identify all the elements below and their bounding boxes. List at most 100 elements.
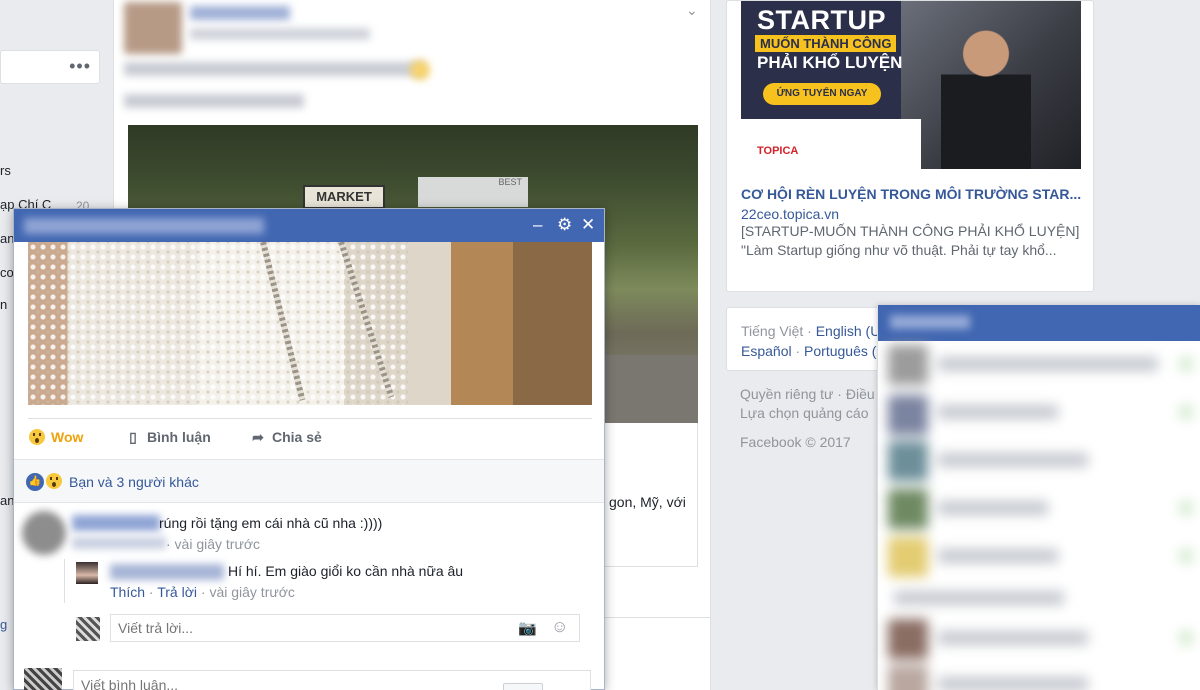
post-author-name[interactable] — [190, 6, 290, 20]
wow-icon — [46, 473, 62, 491]
sidebar-item-label[interactable]: n — [0, 297, 7, 312]
wow-label: Wow — [51, 429, 84, 445]
contact-name[interactable] — [938, 549, 1058, 563]
online-dot-icon — [1180, 405, 1192, 419]
wow-icon — [29, 429, 45, 445]
footer-links[interactable]: Quyền riêng tư · Điều — [740, 386, 875, 402]
ad-domain[interactable]: 22ceo.topica.vn — [741, 206, 839, 222]
comment-actions[interactable] — [72, 537, 166, 549]
reply-input[interactable] — [110, 614, 580, 642]
ad-image-title: STARTUP — [757, 5, 886, 35]
current-user-avatar — [76, 617, 100, 641]
post-author-avatar[interactable] — [124, 2, 182, 54]
comment-label: Bình luận — [147, 429, 211, 445]
comment-text: rúng rồi tặng em cái nhà cũ nha :)))) — [159, 515, 383, 531]
left-options-card[interactable]: ••• — [0, 50, 100, 84]
sidebar-item-label[interactable]: rs — [0, 163, 11, 178]
share-arrow-icon: ➦ — [252, 429, 264, 445]
contact-name[interactable] — [938, 631, 1088, 645]
ad-brand-logo: TOPICA — [757, 145, 799, 157]
divider — [28, 418, 592, 419]
contact-avatar[interactable] — [888, 395, 928, 435]
reactions-text[interactable]: Bạn và 3 người khác — [69, 474, 199, 490]
contact-avatar[interactable] — [888, 537, 928, 577]
post-snippet: gon, Mỹ, với — [609, 494, 686, 510]
contact-name[interactable] — [938, 453, 1088, 467]
ad-image-subtitle: PHẢI KHỔ LUYỆN — [757, 53, 903, 72]
emoji-smile-icon[interactable]: ☺ — [551, 617, 568, 637]
contact-avatar[interactable] — [888, 619, 928, 659]
comment-icon: ▯ — [129, 429, 137, 445]
settings-gear-icon[interactable]: ⚙ — [557, 215, 572, 235]
close-icon[interactable]: ✕ — [581, 215, 595, 235]
language-current: Tiếng Việt — [741, 323, 804, 339]
contact-avatar[interactable] — [888, 665, 928, 690]
sidebar-item-label[interactable]: co — [0, 265, 14, 280]
online-dot-icon — [1180, 357, 1192, 371]
replier-name[interactable] — [110, 564, 224, 580]
feed-button[interactable] — [503, 683, 543, 690]
contact-name[interactable] — [938, 501, 1048, 515]
contact-name[interactable] — [938, 677, 1088, 690]
contact-avatar[interactable] — [888, 345, 928, 385]
post-text — [124, 62, 424, 76]
wow-reaction-button[interactable]: Wow — [28, 429, 83, 445]
reply-thread-line — [64, 559, 65, 603]
minimize-icon[interactable]: – — [533, 215, 542, 235]
language-english[interactable]: English (U — [816, 323, 881, 339]
chat-header-title — [890, 315, 970, 329]
camera-icon[interactable]: 📷 — [518, 619, 537, 637]
comment-button[interactable]: ▯ Bình luận — [124, 429, 211, 446]
commenter-avatar[interactable] — [22, 511, 66, 555]
separator: · — [148, 584, 158, 600]
post-popup-window: – ⚙ ✕ Wow ▯ Bình luận ➦ Chia sẻ 👍 Bạn và 3… — [13, 208, 605, 690]
like-icon: 👍 — [26, 473, 44, 491]
footer-ad-choices[interactable]: Lựa chọn quảng cáo — [740, 405, 868, 421]
language-spanish[interactable]: Español — [741, 343, 792, 359]
like-link[interactable]: Thích — [110, 584, 145, 600]
popup-header[interactable]: – ⚙ ✕ — [14, 209, 604, 242]
online-dot-icon — [1180, 501, 1192, 515]
photo-sign: BEST — [418, 177, 528, 207]
ad-image[interactable]: STARTUP MUỐN THÀNH CÔNG PHẢI KHỔ LUYỆN Ứ… — [741, 1, 1081, 169]
chat-sidebar-header[interactable] — [878, 305, 1200, 341]
post-text — [124, 94, 304, 108]
emoji-icon — [410, 60, 430, 80]
photo-sign: MARKET — [303, 185, 385, 209]
separator: · — [803, 323, 816, 339]
contact-avatar[interactable] — [888, 441, 928, 481]
popup-photo[interactable] — [28, 242, 592, 405]
more-options-icon[interactable]: ••• — [69, 57, 91, 75]
ad-headline[interactable]: CƠ HỘI RÈN LUYỆN TRONG MÔI TRƯỜNG STAR..… — [741, 186, 1081, 202]
post-options-chevron-icon[interactable]: ⌄ — [686, 2, 698, 19]
ad-person — [941, 21, 1031, 169]
current-user-avatar — [24, 668, 62, 690]
language-portuguese[interactable]: Português ( — [804, 343, 876, 359]
replier-avatar[interactable] — [76, 562, 98, 584]
contact-group-label — [894, 591, 1064, 605]
contact-name[interactable] — [938, 405, 1058, 419]
sidebar-link[interactable]: g — [0, 617, 7, 632]
post-meta — [190, 28, 370, 40]
online-dot-icon — [1180, 549, 1192, 563]
contact-name[interactable] — [938, 357, 1158, 371]
reply-timestamp: · vài giây trước — [200, 584, 295, 600]
reactions-summary[interactable]: 👍 Bạn và 3 người khác — [14, 459, 604, 503]
commenter-name[interactable] — [72, 515, 160, 531]
share-button[interactable]: ➦ Chia sẻ — [249, 429, 322, 446]
reply-text: Hí hí. Em giào giổi ko cần nhà nữa âu — [228, 563, 464, 579]
chat-sidebar — [877, 305, 1200, 690]
popup-title — [24, 218, 264, 234]
ad-cta-button[interactable]: ỨNG TUYỂN NGAY — [763, 83, 881, 105]
share-label: Chia sẻ — [272, 429, 322, 445]
reply-meta: Thích · Trả lời · vài giây trước — [110, 584, 295, 600]
footer-copyright: Facebook © 2017 — [740, 434, 851, 450]
online-dot-icon — [1180, 631, 1192, 645]
ad-image-subtitle: MUỐN THÀNH CÔNG — [755, 35, 897, 52]
contact-avatar[interactable] — [888, 489, 928, 529]
reply-link[interactable]: Trả lời — [157, 584, 197, 600]
sponsored-ad[interactable]: STARTUP MUỐN THÀNH CÔNG PHẢI KHỔ LUYỆN Ứ… — [726, 0, 1094, 292]
ad-description: [STARTUP-MUỐN THÀNH CÔNG PHẢI KHỔ LUYỆN]… — [741, 223, 1080, 258]
ad-logo-strip — [741, 119, 921, 169]
separator: · — [791, 343, 805, 359]
